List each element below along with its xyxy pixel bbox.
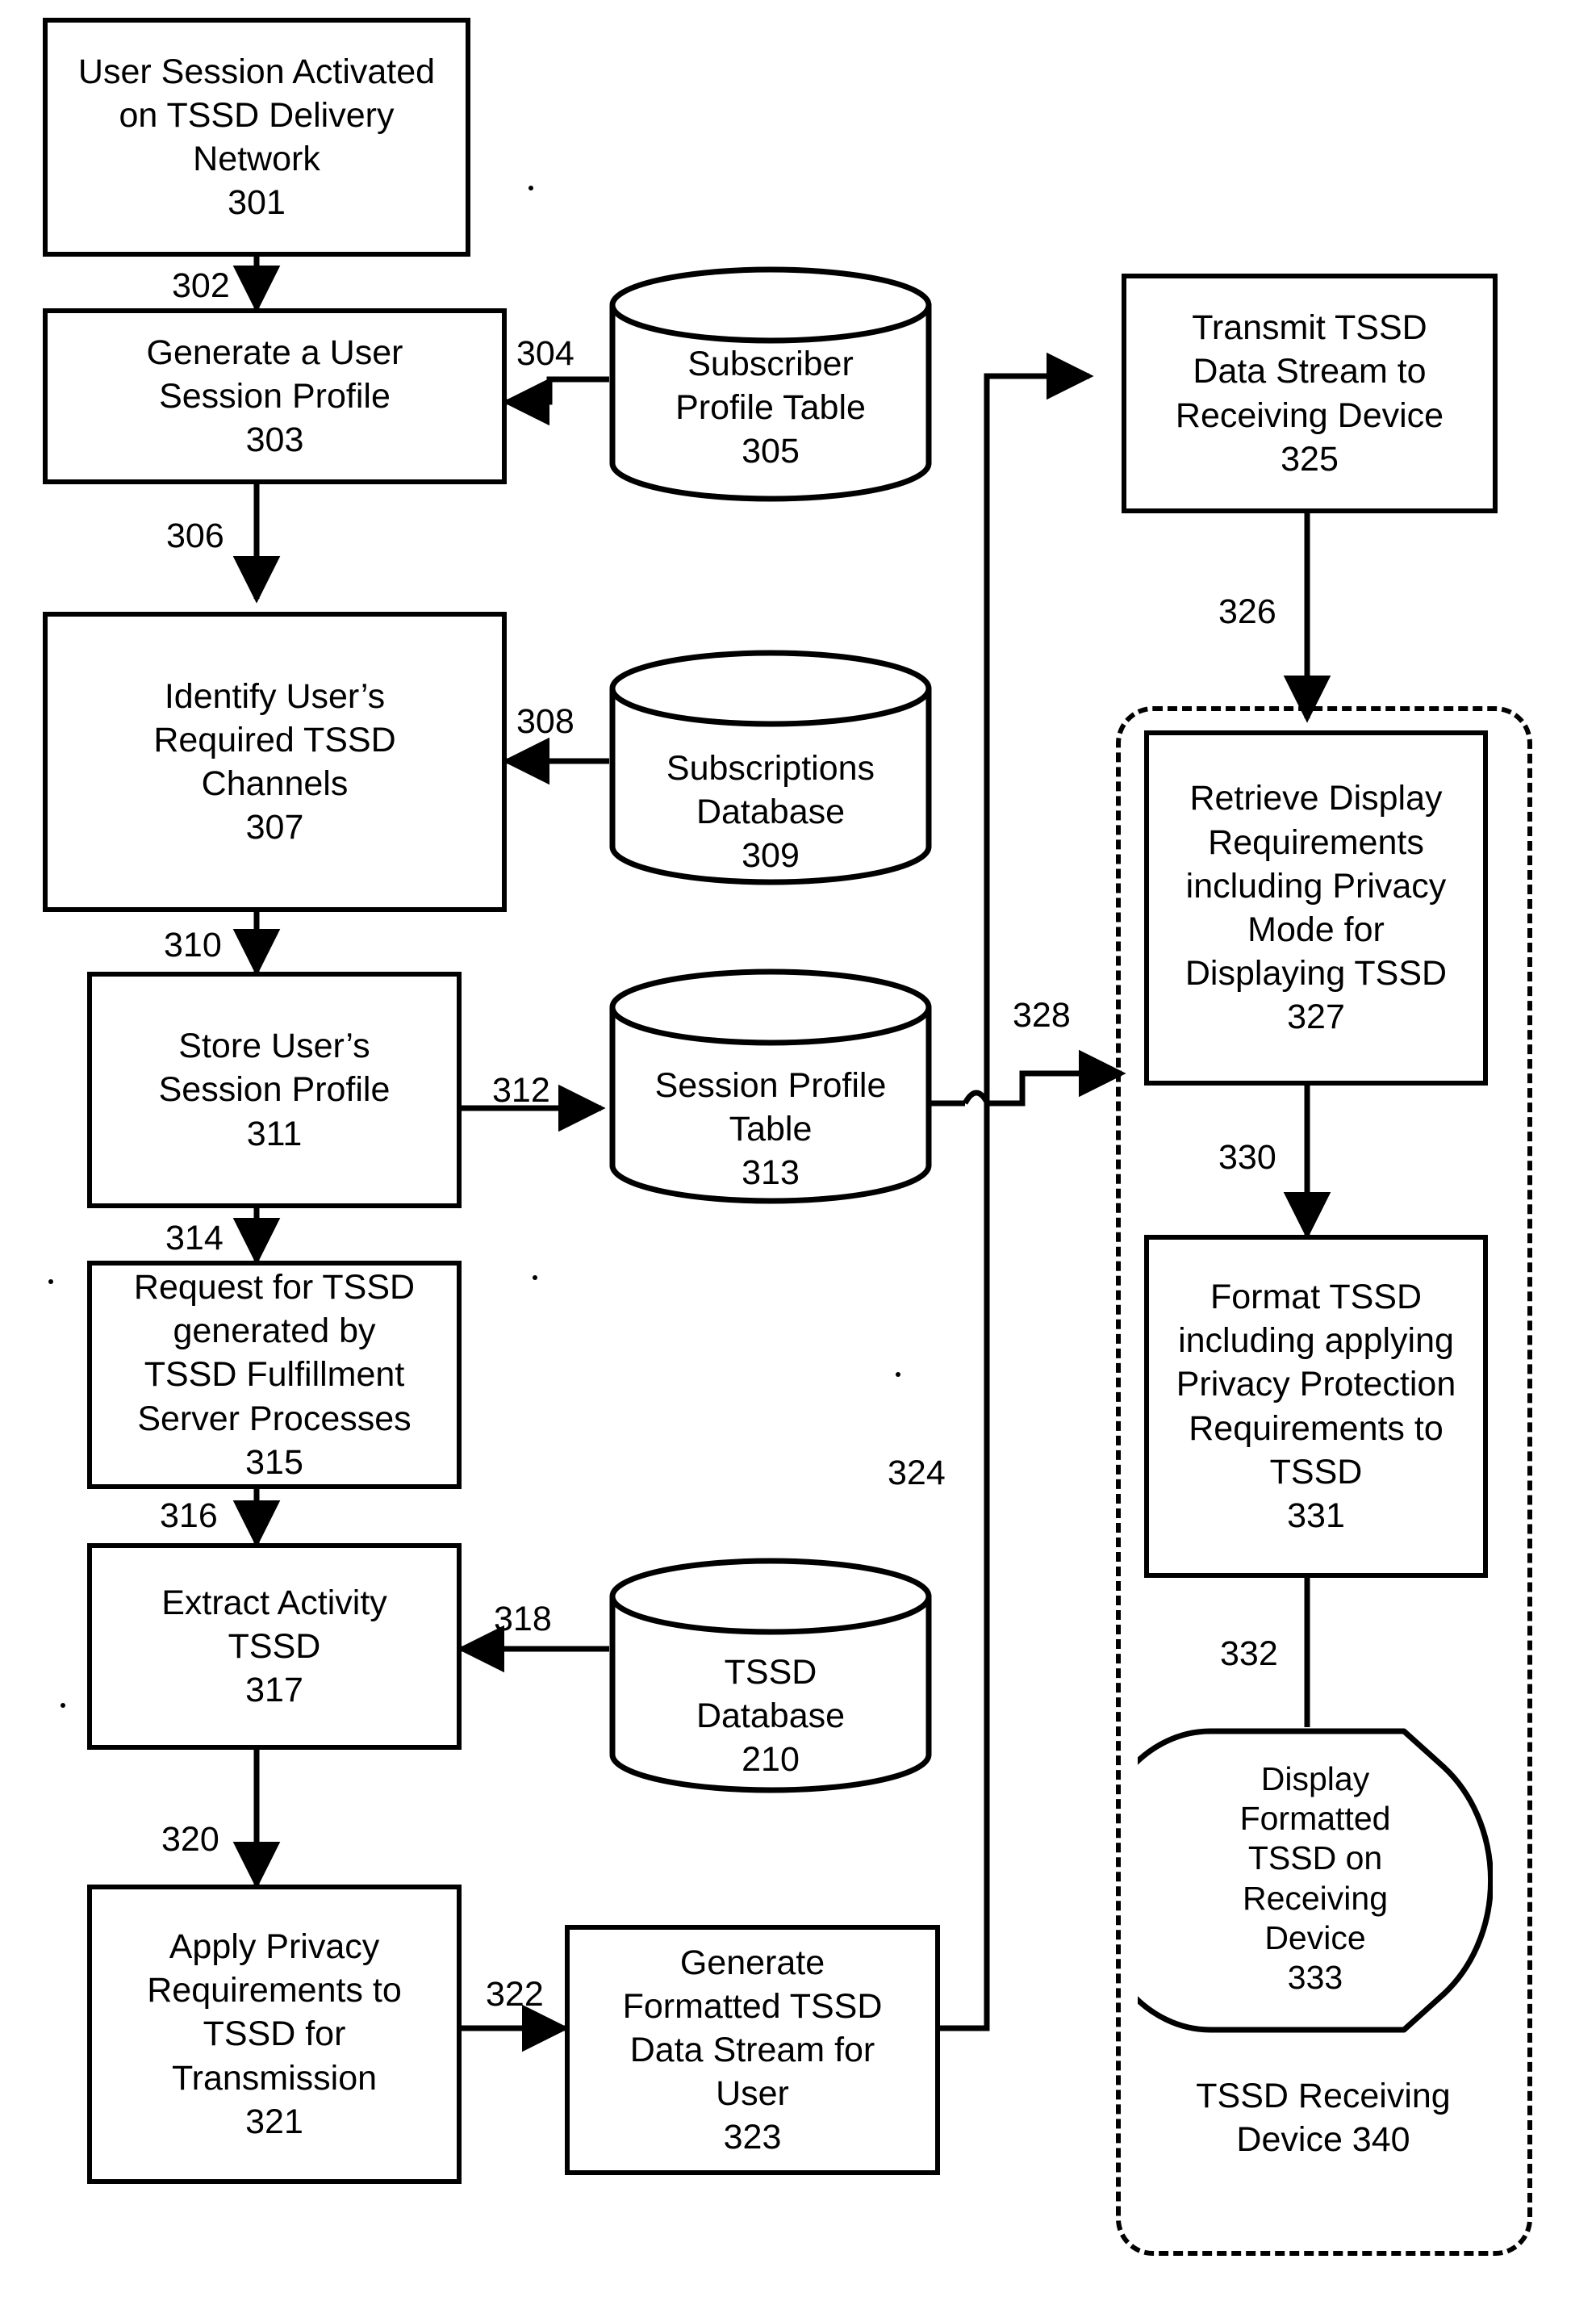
scan-speck <box>61 1703 65 1708</box>
edge-label-316: 316 <box>160 1496 218 1535</box>
edge-label-312: 312 <box>492 1071 550 1110</box>
process-box-327[interactable]: Retrieve Display Requirements including … <box>1144 730 1488 1086</box>
process-box-331-label: Format TSSD including applying Privacy P… <box>1176 1277 1456 1535</box>
edge-label-326: 326 <box>1218 592 1276 631</box>
database-313-label: Session Profile Table 313 <box>654 1066 887 1193</box>
process-box-301-label: User Session Activated on TSSD Delivery … <box>77 52 436 223</box>
display-terminator-333[interactable]: Display Formatted TSSD on Receiving Devi… <box>1086 1727 1494 2034</box>
process-box-331[interactable]: Format TSSD including applying Privacy P… <box>1144 1235 1488 1578</box>
edge-label-328: 328 <box>1013 996 1071 1035</box>
process-box-323[interactable]: Generate Formatted TSSD Data Stream for … <box>565 1925 940 2175</box>
edge-label-324: 324 <box>888 1454 946 1492</box>
edge-label-318: 318 <box>494 1600 552 1638</box>
database-210[interactable]: TSSD Database 210 <box>609 1558 932 1793</box>
edge-324 <box>940 352 1094 2031</box>
process-box-307[interactable]: Identify User’s Required TSSD Channels 3… <box>43 612 507 912</box>
edge-label-314: 314 <box>165 1219 224 1257</box>
edge-label-308: 308 <box>516 702 574 741</box>
scan-speck <box>529 186 533 190</box>
scan-speck <box>48 1279 53 1284</box>
process-box-325-label: Transmit TSSD Data Stream to Receiving D… <box>1175 308 1444 479</box>
process-box-321[interactable]: Apply Privacy Requirements to TSSD for T… <box>87 1885 462 2184</box>
display-terminator-333-label: Display Formatted TSSD on Receiving Devi… <box>1239 1760 1391 1996</box>
database-305[interactable]: Subscriber Profile Table 305 <box>609 266 932 502</box>
edge-label-332: 332 <box>1220 1634 1278 1673</box>
database-313[interactable]: Session Profile Table 313 <box>609 969 932 1204</box>
process-box-307-label: Identify User’s Required TSSD Channels 3… <box>153 676 396 847</box>
process-box-317-label: Extract Activity TSSD 317 <box>161 1583 387 1710</box>
process-box-327-label: Retrieve Display Requirements including … <box>1184 779 1448 1037</box>
edge-label-330: 330 <box>1218 1138 1276 1177</box>
process-box-315-label: Request for TSSD generated by TSSD Fulfi… <box>133 1268 416 1482</box>
edge-304 <box>502 376 609 426</box>
receiving-device-container-label: TSSD Receiving Device 340 <box>1196 2077 1451 2160</box>
process-box-317[interactable]: Extract Activity TSSD 317 <box>87 1543 462 1750</box>
edge-328-hop <box>962 1090 991 1105</box>
scan-speck <box>896 1372 900 1377</box>
database-309-label: Subscriptions Database 309 <box>666 749 875 876</box>
edge-label-302: 302 <box>172 266 230 305</box>
database-305-label: Subscriber Profile Table 305 <box>675 345 866 471</box>
process-box-303-label: Generate a User Session Profile 303 <box>146 333 403 460</box>
database-309[interactable]: Subscriptions Database 309 <box>609 650 932 885</box>
process-box-311[interactable]: Store User’s Session Profile 311 <box>87 972 462 1208</box>
process-box-311-label: Store User’s Session Profile 311 <box>158 1027 391 1153</box>
edge-label-322: 322 <box>486 1975 544 2014</box>
edge-label-310: 310 <box>164 926 222 964</box>
database-210-label: TSSD Database 210 <box>696 1653 846 1780</box>
edge-label-306: 306 <box>166 517 224 555</box>
edge-328-seg-b <box>988 1049 1126 1107</box>
process-box-325[interactable]: Transmit TSSD Data Stream to Receiving D… <box>1122 274 1498 513</box>
scan-speck <box>533 1275 537 1280</box>
edge-label-320: 320 <box>161 1820 219 1859</box>
process-box-303[interactable]: Generate a User Session Profile 303 <box>43 308 507 484</box>
patent-figure-canvas: User Session Activated on TSSD Delivery … <box>0 0 1596 2301</box>
process-box-321-label: Apply Privacy Requirements to TSSD for T… <box>147 1927 402 2141</box>
process-box-301[interactable]: User Session Activated on TSSD Delivery … <box>43 18 470 257</box>
process-box-323-label: Generate Formatted TSSD Data Stream for … <box>622 1943 883 2157</box>
edge-label-304: 304 <box>516 334 574 373</box>
process-box-315[interactable]: Request for TSSD generated by TSSD Fulfi… <box>87 1261 462 1489</box>
